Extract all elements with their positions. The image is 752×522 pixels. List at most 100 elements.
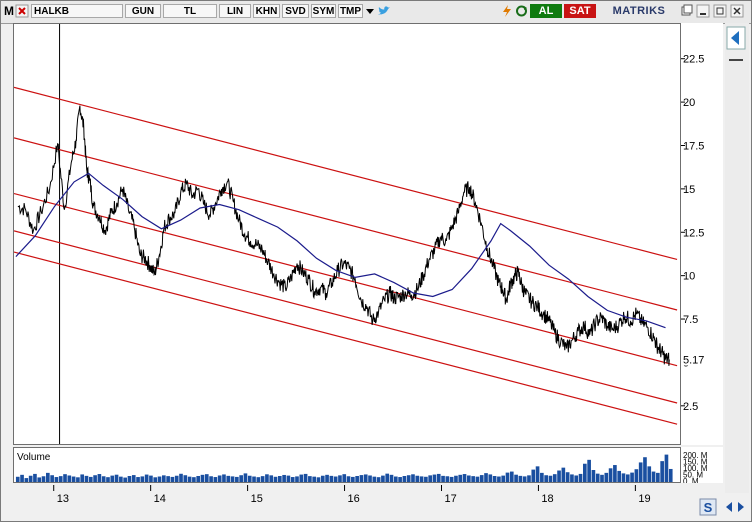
- panel-handle[interactable]: [729, 59, 743, 61]
- channel-line-2[interactable]: [13, 137, 678, 311]
- x-tick-label: 19: [638, 493, 650, 505]
- volume-bar: [522, 476, 527, 482]
- volume-plot-area[interactable]: Volume: [13, 447, 681, 483]
- svd-button[interactable]: SVD: [282, 4, 309, 18]
- volume-bar: [630, 472, 634, 482]
- volume-bar: [282, 474, 286, 482]
- volume-bar: [613, 465, 617, 482]
- volume-bar: [312, 476, 317, 482]
- sym-button[interactable]: SYM: [311, 4, 336, 18]
- volume-title: Volume: [17, 452, 51, 463]
- volume-bar: [527, 475, 531, 482]
- volume-bar: [398, 477, 402, 482]
- y-tick-label: 17.5: [683, 140, 704, 152]
- khn-button[interactable]: KHN: [253, 4, 280, 18]
- collapse-arrow-icon[interactable]: [726, 26, 746, 50]
- twitter-icon[interactable]: [377, 4, 391, 18]
- x-tick-label: 14: [154, 493, 166, 505]
- sell-button[interactable]: SAT: [564, 4, 596, 18]
- right-panel: [725, 23, 749, 493]
- window-close-icon[interactable]: [730, 4, 744, 18]
- y-tick-label: 20: [683, 97, 695, 109]
- volume-bar: [119, 476, 123, 482]
- price-plot-area[interactable]: [13, 23, 681, 445]
- scroll-left-icon[interactable]: [726, 502, 732, 512]
- volume-bar: [484, 473, 488, 482]
- channel-line-3[interactable]: [13, 192, 678, 367]
- maximize-icon-glyph: [713, 4, 727, 18]
- volume-bar: [432, 474, 437, 482]
- volume-bar: [445, 476, 450, 482]
- volume-bar: [621, 473, 626, 482]
- volume-bar: [209, 476, 213, 482]
- volume-bar: [368, 475, 372, 482]
- currency-button[interactable]: TL: [163, 4, 217, 18]
- volume-bar: [346, 476, 351, 482]
- price-y-axis-svg: 2.557.51012.51517.52022.55.17: [681, 54, 713, 413]
- right-panel-svg: [726, 26, 746, 61]
- volume-bar: [15, 476, 20, 482]
- volume-bar: [372, 476, 377, 482]
- volume-bar: [200, 474, 205, 482]
- volume-bar: [355, 476, 359, 482]
- price-series-line[interactable]: [17, 105, 670, 366]
- menu-m-label[interactable]: M: [3, 4, 15, 18]
- volume-bar: [157, 476, 162, 482]
- bottom-controls: S: [699, 497, 749, 517]
- volume-bar: [33, 473, 37, 482]
- volume-bar: [359, 475, 364, 482]
- volume-bar: [574, 475, 579, 482]
- volume-bar: [363, 474, 368, 482]
- volume-bar: [531, 469, 536, 482]
- period-button[interactable]: GUN: [125, 4, 161, 18]
- volume-bar: [97, 474, 102, 482]
- x-tick-label: 15: [251, 493, 263, 505]
- volume-bar: [479, 475, 484, 482]
- volume-bar: [174, 475, 179, 482]
- volume-bar: [222, 474, 226, 482]
- volume-y-axis: 200. M 150. M 100. M 50. M 0. M: [681, 447, 723, 486]
- volume-bar: [518, 475, 523, 482]
- symbol-field[interactable]: HALKB: [31, 4, 123, 18]
- volume-bar: [170, 476, 175, 482]
- volume-chart: Volume: [15, 452, 673, 482]
- close-icon[interactable]: [15, 4, 29, 18]
- dropdown-icon[interactable]: [364, 4, 376, 18]
- volume-bar: [123, 477, 127, 482]
- volume-bar: [600, 474, 604, 482]
- copy-icon[interactable]: [681, 4, 693, 18]
- twitter-icon-glyph: [378, 6, 390, 15]
- window-close-icon-glyph: [730, 4, 744, 18]
- scroll-right-icon[interactable]: [738, 502, 744, 512]
- channel-line-1[interactable]: [13, 86, 678, 261]
- channel-line-4[interactable]: [13, 230, 678, 404]
- channel-line-5[interactable]: [13, 251, 678, 425]
- price-chart: [13, 24, 678, 444]
- x-axis: 13 14 15 16 17 18 19: [13, 485, 681, 515]
- volume-bar: [441, 475, 445, 482]
- volume-bar: [660, 461, 664, 482]
- volume-bar: [286, 475, 291, 482]
- minimize-icon[interactable]: [696, 4, 710, 18]
- volume-bar: [320, 475, 325, 482]
- maximize-icon[interactable]: [713, 4, 727, 18]
- tmp-button[interactable]: TMP: [338, 4, 363, 18]
- last-value-label: 5.17: [683, 354, 704, 366]
- refresh-icon[interactable]: [515, 4, 528, 18]
- x-tick-label: 16: [348, 493, 360, 505]
- volume-bar: [548, 475, 553, 482]
- volume-bar: [351, 476, 355, 482]
- sync-icon[interactable]: S: [699, 498, 717, 516]
- volume-bar: [256, 477, 261, 482]
- volume-bar: [376, 477, 381, 482]
- lightning-icon[interactable]: [501, 4, 513, 18]
- volume-bar: [325, 474, 329, 482]
- volume-bar: [28, 475, 33, 482]
- buy-button[interactable]: AL: [530, 4, 562, 18]
- volume-bar: [226, 475, 231, 482]
- moving-average-line[interactable]: [15, 172, 666, 329]
- volume-bar: [71, 476, 76, 482]
- volume-bar: [37, 477, 42, 482]
- scale-button[interactable]: LIN: [219, 4, 251, 18]
- volume-bar: [557, 470, 561, 482]
